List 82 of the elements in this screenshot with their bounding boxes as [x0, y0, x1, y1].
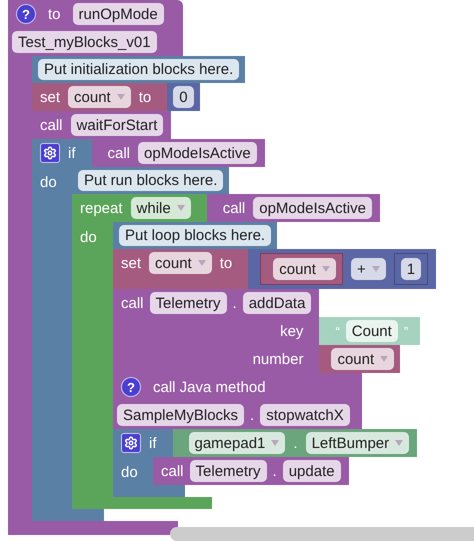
comment-text[interactable]: Put loop blocks here.	[119, 225, 272, 246]
block-label: if	[149, 436, 156, 450]
dropdown-caret-icon	[271, 440, 280, 446]
procedure-block[interactable]: ? to runOpMode Test_myBlocks_v01	[8, 0, 183, 56]
call-block[interactable]: call Telemetry . update	[153, 457, 349, 485]
name-field[interactable]: Test_myBlocks_v01	[12, 31, 157, 53]
dropdown-field[interactable]: count	[331, 348, 394, 370]
dropdown-field[interactable]: count	[68, 86, 131, 108]
block-label: .	[250, 408, 254, 422]
block-label: to	[48, 6, 61, 22]
comment-text[interactable]: Put run blocks here.	[78, 170, 224, 191]
name-field[interactable]: Telemetry	[150, 292, 227, 314]
block-label: call	[222, 200, 246, 216]
dropdown-field[interactable]: count	[273, 258, 336, 280]
block-label: call	[161, 464, 184, 478]
comment-block[interactable]: Put loop blocks here.	[113, 222, 278, 249]
block-label: call	[121, 296, 144, 310]
name-field[interactable]: waitForStart	[70, 114, 164, 136]
gear-icon[interactable]	[40, 143, 60, 163]
help-icon[interactable]: ?	[121, 377, 141, 397]
block-label: set	[40, 90, 60, 104]
name-field[interactable]: Telemetry	[190, 460, 267, 482]
block-label: .	[272, 464, 277, 478]
dropdown-caret-icon	[322, 266, 330, 272]
dropdown-caret-icon	[116, 94, 125, 100]
number-block[interactable]: 0	[167, 83, 200, 111]
help-icon[interactable]: ?	[16, 4, 36, 24]
variable-block[interactable]: count	[261, 254, 342, 284]
comment-text[interactable]: Put initialization blocks here.	[38, 59, 240, 80]
dropdown-field[interactable]: gamepad1	[188, 432, 286, 454]
block-label: repeat	[80, 200, 123, 216]
block-label: set	[121, 256, 142, 270]
argument-label: key	[280, 324, 304, 338]
block-label: to	[138, 90, 152, 104]
name-field[interactable]: stopwatchX	[260, 404, 350, 426]
arithmetic-block[interactable]: count + 1	[248, 249, 436, 289]
block-label: .	[293, 436, 298, 450]
dropdown-field[interactable]: LeftBumper	[306, 432, 410, 454]
number-field[interactable]: 1	[400, 258, 422, 280]
block-label: do	[40, 174, 57, 191]
block-label: do	[121, 464, 138, 481]
gear-icon[interactable]	[121, 433, 141, 453]
dropdown-field[interactable]: count	[149, 252, 212, 274]
dropdown-caret-icon	[372, 266, 380, 272]
argument-label: number	[252, 352, 304, 366]
variable-block[interactable]: count	[319, 345, 400, 373]
scrollbar[interactable]	[170, 527, 474, 541]
block-label: to	[220, 256, 232, 270]
name-field[interactable]: opModeIsActive	[138, 142, 257, 164]
name-field[interactable]: update	[282, 460, 341, 482]
block-label: call	[40, 118, 63, 132]
if-block[interactable]: if	[113, 429, 172, 457]
call-block[interactable]: call waitForStart	[32, 111, 172, 139]
name-field[interactable]: SampleMyBlocks	[117, 404, 244, 426]
number-field[interactable]: 0	[173, 86, 194, 108]
name-field[interactable]: opModeIsActive	[253, 197, 372, 219]
name-field[interactable]: runOpMode	[72, 3, 164, 25]
block-label: call Java method	[153, 380, 266, 394]
set-block[interactable]: set count to	[32, 83, 168, 111]
if-block[interactable]: if	[32, 139, 92, 167]
dropdown-caret-icon	[176, 205, 185, 211]
gamepad-block[interactable]: gamepad1 . LeftBumper	[172, 429, 418, 457]
quote-mark: “	[335, 324, 340, 338]
call-block[interactable]: call opModeIsActive	[92, 139, 265, 167]
dropdown-field[interactable]: while	[130, 197, 191, 219]
name-field[interactable]: addData	[242, 292, 312, 314]
block-label: do	[80, 229, 97, 246]
comment-block[interactable]: Put initialization blocks here.	[32, 56, 246, 83]
block-label: .	[232, 296, 237, 310]
dropdown-caret-icon	[395, 440, 404, 446]
dropdown-caret-icon	[198, 260, 206, 266]
dropdown-caret-icon	[380, 356, 388, 362]
text-block[interactable]: “ Count ”	[319, 317, 420, 345]
operator-dropdown[interactable]: +	[350, 258, 386, 280]
block-label: if	[68, 146, 76, 160]
quote-mark: ”	[404, 324, 408, 338]
call-block[interactable]: call opModeIsActive	[206, 194, 380, 222]
set-block[interactable]: set count to	[113, 249, 248, 289]
text-field[interactable]: Count	[346, 320, 398, 342]
repeat-block[interactable]: repeat while	[72, 194, 207, 222]
comment-block[interactable]: Put run blocks here.	[72, 167, 230, 194]
block-label: call	[108, 146, 130, 160]
